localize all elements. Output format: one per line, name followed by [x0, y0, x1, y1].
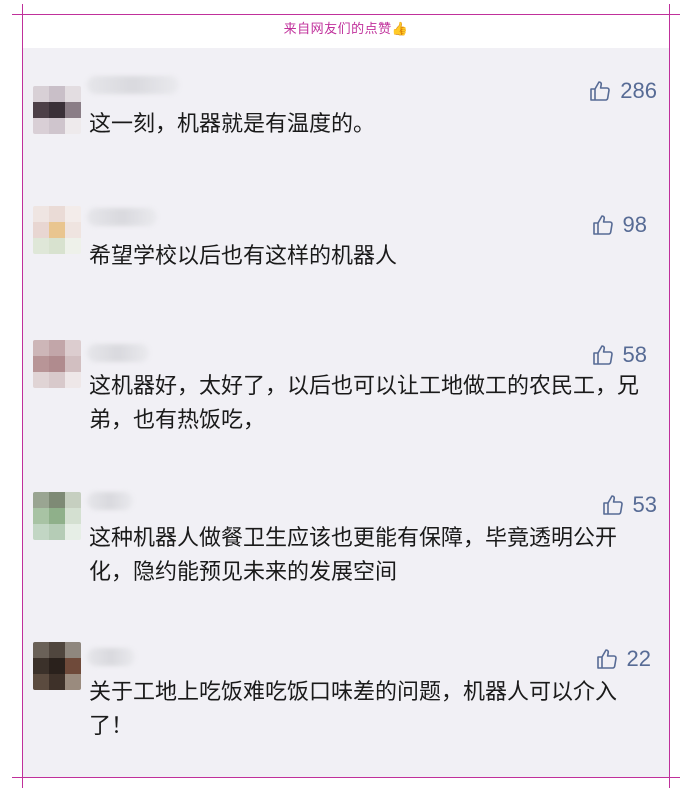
thumbs-up-emoji-icon: 👍 [391, 22, 409, 37]
crop-mark [669, 768, 670, 788]
thumbs-up-icon [592, 215, 613, 235]
comment-text: 这机器好，太好了，以后也可以让工地做工的农民工，兄弟，也有热饭吃， [89, 374, 640, 433]
like-count: 53 [632, 492, 657, 517]
crop-mark [660, 14, 680, 15]
thumbs-up-icon [590, 81, 611, 101]
like-count: 98 [622, 212, 647, 237]
avatar [33, 492, 81, 540]
caption: 来自网友们的点赞👍 [22, 18, 670, 37]
username-blurred [87, 492, 133, 510]
thumbs-up-icon [602, 495, 623, 515]
like-button[interactable]: 286 [588, 78, 657, 104]
comments-panel: 286 这一刻，机器就是有温度的。 98 希望学校以后也有这样的机器人 58 这… [23, 48, 669, 777]
like-button[interactable]: 58 [591, 342, 647, 368]
comment-text: 这一刻，机器就是有温度的。 [89, 112, 376, 137]
comment-text: 这种机器人做餐卫生应该也更能有保障，毕竟透明公开化，隐约能预见未来的发展空间 [89, 526, 618, 585]
like-button[interactable]: 53 [601, 492, 657, 518]
caption-text: 来自网友们的点赞 [283, 22, 392, 37]
like-button[interactable]: 22 [595, 646, 651, 672]
avatar [33, 206, 81, 254]
username-blurred [87, 76, 179, 94]
like-count: 58 [622, 342, 647, 367]
avatar [33, 86, 81, 134]
like-button[interactable]: 98 [591, 212, 647, 238]
username-blurred [87, 208, 157, 226]
thumbs-up-icon [596, 649, 617, 669]
like-count: 286 [620, 78, 657, 103]
thumbs-up-icon [592, 345, 613, 365]
username-blurred [87, 648, 135, 666]
avatar [33, 340, 81, 388]
comment-text: 关于工地上吃饭难吃饭口味差的问题，机器人可以介入了！ [89, 680, 618, 739]
comment-text: 希望学校以后也有这样的机器人 [89, 244, 398, 269]
avatar [33, 642, 81, 690]
crop-mark [660, 777, 680, 778]
username-blurred [87, 344, 149, 362]
like-count: 22 [626, 646, 651, 671]
